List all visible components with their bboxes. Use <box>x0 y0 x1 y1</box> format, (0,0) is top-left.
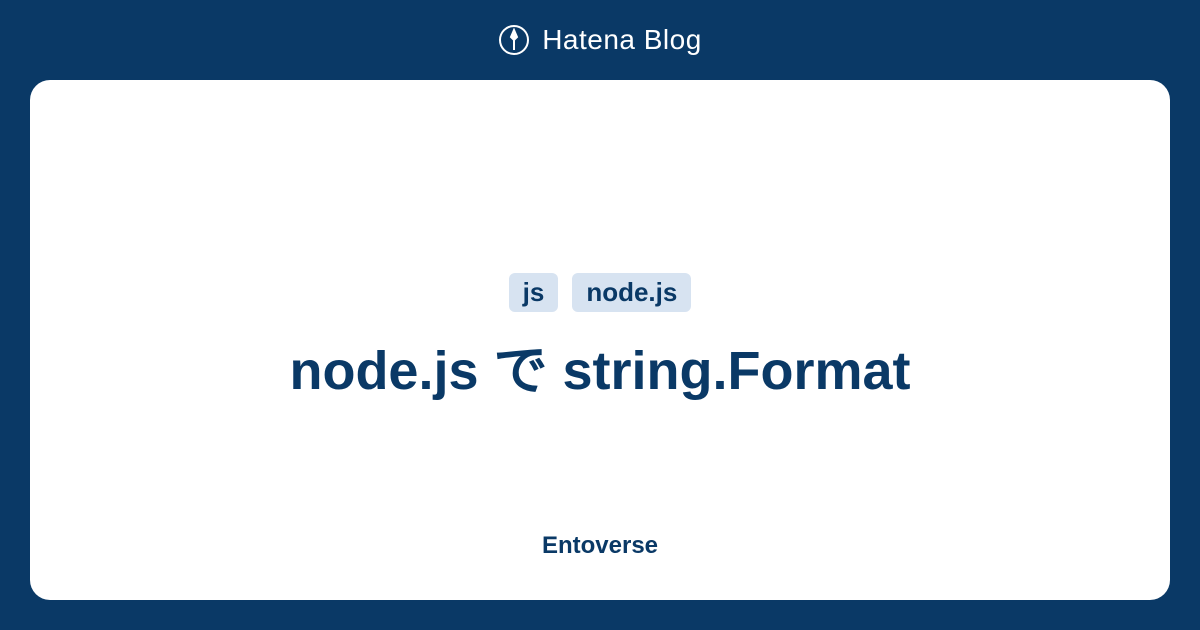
tag-list: js node.js <box>509 273 692 312</box>
tag-item: node.js <box>572 273 691 312</box>
content-card: js node.js node.js で string.Format Entov… <box>30 80 1170 600</box>
header: Hatena Blog <box>0 0 1200 80</box>
tag-item: js <box>509 273 559 312</box>
brand-text: Hatena Blog <box>542 24 702 56</box>
hatena-logo-icon <box>498 24 530 56</box>
article-title: node.js で string.Format <box>289 336 910 406</box>
author-name: Entoverse <box>542 532 658 560</box>
